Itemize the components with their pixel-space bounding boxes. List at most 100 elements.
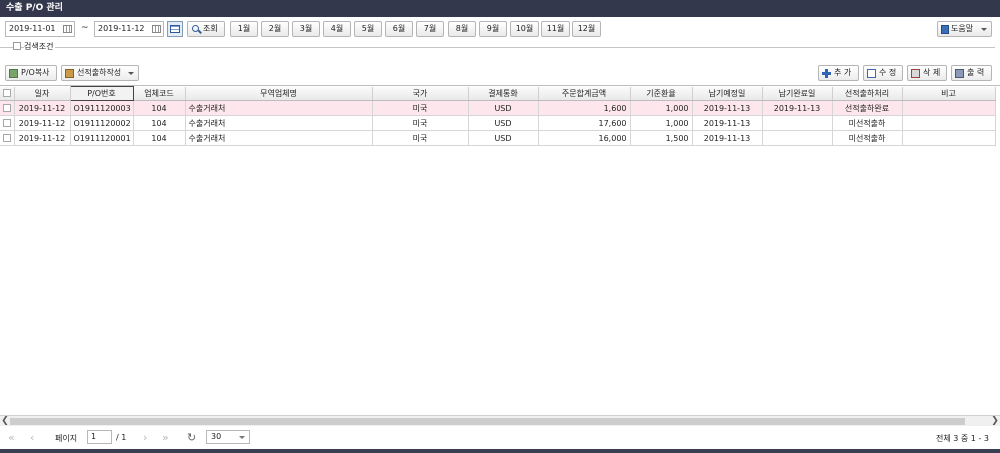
next-page-icon[interactable]: › bbox=[143, 431, 147, 444]
refresh-icon[interactable]: ↻ bbox=[187, 431, 196, 444]
column-header[interactable]: 무역업체명 bbox=[185, 86, 373, 101]
horizontal-scrollbar[interactable]: ❮ ❯ bbox=[0, 415, 1000, 426]
month-button-4[interactable]: 4월 bbox=[323, 21, 351, 37]
column-header[interactable]: 비고 bbox=[902, 86, 996, 101]
cell-total[interactable]: 16,000 bbox=[538, 130, 631, 146]
table-row[interactable]: 2019-11-12 O1911120001 104 수출거래처 미국 USD 16,000… bbox=[0, 130, 996, 146]
cell-vendor-code[interactable]: 104 bbox=[133, 100, 186, 116]
calendar-icon[interactable] bbox=[63, 25, 72, 33]
search-condition-checkbox[interactable] bbox=[13, 42, 21, 50]
cell-country[interactable]: 미국 bbox=[372, 115, 469, 131]
cell-remark[interactable] bbox=[902, 115, 996, 131]
column-header[interactable]: 업체코드 bbox=[133, 86, 186, 101]
cell-currency[interactable]: USD bbox=[468, 115, 539, 131]
cell-done-date[interactable] bbox=[762, 115, 833, 131]
po-copy-button[interactable]: P/O복사 bbox=[5, 65, 57, 81]
date-picker-button[interactable] bbox=[167, 21, 183, 37]
cell-remark[interactable] bbox=[902, 100, 996, 116]
cell-vendor-code[interactable]: 104 bbox=[133, 130, 186, 146]
column-header[interactable]: 결제통화 bbox=[468, 86, 539, 101]
print-label: 출 력 bbox=[967, 68, 985, 77]
row-checkbox[interactable] bbox=[3, 104, 11, 112]
edit-button[interactable]: 수 정 bbox=[863, 65, 903, 81]
cell-ship-status[interactable]: 미선적출하 bbox=[832, 115, 903, 131]
cell-currency[interactable]: USD bbox=[468, 100, 539, 116]
cell-country[interactable]: 미국 bbox=[372, 100, 469, 116]
month-button-1[interactable]: 1월 bbox=[230, 21, 258, 37]
last-page-icon[interactable]: » bbox=[162, 431, 169, 444]
row-checkbox-cell[interactable] bbox=[0, 115, 15, 131]
cell-due-date[interactable]: 2019-11-13 bbox=[692, 115, 763, 131]
month-button-9[interactable]: 9월 bbox=[479, 21, 507, 37]
column-header[interactable]: 국가 bbox=[372, 86, 469, 101]
row-checkbox-cell[interactable] bbox=[0, 130, 15, 146]
first-page-icon[interactable]: « bbox=[8, 431, 15, 444]
date-to-input[interactable]: 2019-11-12 bbox=[94, 21, 164, 37]
row-checkbox[interactable] bbox=[3, 119, 11, 127]
month-button-2[interactable]: 2월 bbox=[261, 21, 289, 37]
column-header[interactable]: P/O번호 bbox=[69, 86, 134, 101]
create-shipment-button[interactable]: 선적출하작성 bbox=[61, 65, 139, 81]
help-button[interactable]: 도움말 bbox=[937, 21, 992, 37]
table-row[interactable]: 2019-11-12 O1911120003 104 수출거래처 미국 USD 1,600 1… bbox=[0, 100, 996, 116]
column-header[interactable]: 일자 bbox=[14, 86, 71, 101]
cell-done-date[interactable]: 2019-11-13 bbox=[762, 100, 833, 116]
print-button[interactable]: 출 력 bbox=[951, 65, 992, 81]
cell-po-no[interactable]: O1911120002 bbox=[70, 115, 134, 131]
month-button-7[interactable]: 7월 bbox=[416, 21, 444, 37]
cell-vendor-code[interactable]: 104 bbox=[133, 115, 186, 131]
cell-country[interactable]: 미국 bbox=[372, 130, 469, 146]
cell-rate[interactable]: 1,500 bbox=[630, 130, 693, 146]
row-checkbox[interactable] bbox=[3, 134, 11, 142]
delete-button[interactable]: 삭 제 bbox=[907, 65, 947, 81]
month-button-12[interactable]: 12월 bbox=[572, 21, 601, 37]
cell-vendor-name[interactable]: 수출거래처 bbox=[185, 130, 373, 146]
page-number-input[interactable]: 1 bbox=[87, 430, 112, 444]
month-button-5[interactable]: 5월 bbox=[354, 21, 382, 37]
column-header[interactable]: 주문합계금액 bbox=[538, 86, 631, 101]
select-all-checkbox-cell[interactable] bbox=[0, 86, 15, 101]
column-header[interactable]: 납기완료일 bbox=[762, 86, 833, 101]
cell-rate[interactable]: 1,000 bbox=[630, 115, 693, 131]
date-from-input[interactable]: 2019-11-01 bbox=[5, 21, 75, 37]
column-header[interactable]: 기준환율 bbox=[630, 86, 693, 101]
scroll-right-icon[interactable]: ❯ bbox=[990, 416, 1000, 427]
month-button-8[interactable]: 8월 bbox=[448, 21, 476, 37]
cell-date[interactable]: 2019-11-12 bbox=[14, 100, 71, 116]
column-header[interactable]: 선적출하처리 bbox=[832, 86, 903, 101]
cell-due-date[interactable]: 2019-11-13 bbox=[692, 130, 763, 146]
row-checkbox-cell[interactable] bbox=[0, 100, 15, 116]
cell-total[interactable]: 1,600 bbox=[538, 100, 631, 116]
column-header[interactable]: 납기예정일 bbox=[692, 86, 763, 101]
cell-total[interactable]: 17,600 bbox=[538, 115, 631, 131]
page-label: 페이지 bbox=[55, 434, 78, 443]
cell-due-date[interactable]: 2019-11-13 bbox=[692, 100, 763, 116]
cell-po-no[interactable]: O1911120003 bbox=[70, 100, 134, 116]
record-summary: 전체 3 중 1 - 3 bbox=[936, 434, 989, 443]
month-button-3[interactable]: 3월 bbox=[292, 21, 320, 37]
cell-po-no[interactable]: O1911120001 bbox=[70, 130, 134, 146]
cell-ship-status[interactable]: 선적출하완료 bbox=[832, 100, 903, 116]
select-all-checkbox[interactable] bbox=[2, 89, 11, 98]
month-button-10[interactable]: 10월 bbox=[510, 21, 539, 37]
cell-remark[interactable] bbox=[902, 130, 996, 146]
delete-label: 삭 제 bbox=[923, 68, 941, 77]
cell-rate[interactable]: 1,000 bbox=[630, 100, 693, 116]
search-button[interactable]: 조회 bbox=[187, 21, 225, 37]
scrollbar-thumb[interactable] bbox=[10, 418, 965, 425]
cell-date[interactable]: 2019-11-12 bbox=[14, 130, 71, 146]
month-button-6[interactable]: 6월 bbox=[385, 21, 413, 37]
cell-vendor-name[interactable]: 수출거래처 bbox=[185, 115, 373, 131]
month-button-11[interactable]: 11월 bbox=[541, 21, 570, 37]
scroll-left-icon[interactable]: ❮ bbox=[0, 416, 10, 427]
calendar-icon[interactable] bbox=[152, 25, 161, 33]
cell-ship-status[interactable]: 미선적출하 bbox=[832, 130, 903, 146]
page-size-select[interactable]: 30 bbox=[206, 430, 250, 444]
cell-currency[interactable]: USD bbox=[468, 130, 539, 146]
add-button[interactable]: 추 가 bbox=[818, 65, 859, 81]
cell-done-date[interactable] bbox=[762, 130, 833, 146]
cell-vendor-name[interactable]: 수출거래처 bbox=[185, 100, 373, 116]
table-row[interactable]: 2019-11-12 O1911120002 104 수출거래처 미국 USD 17,600… bbox=[0, 115, 996, 131]
cell-date[interactable]: 2019-11-12 bbox=[14, 115, 71, 131]
prev-page-icon[interactable]: ‹ bbox=[30, 431, 34, 444]
